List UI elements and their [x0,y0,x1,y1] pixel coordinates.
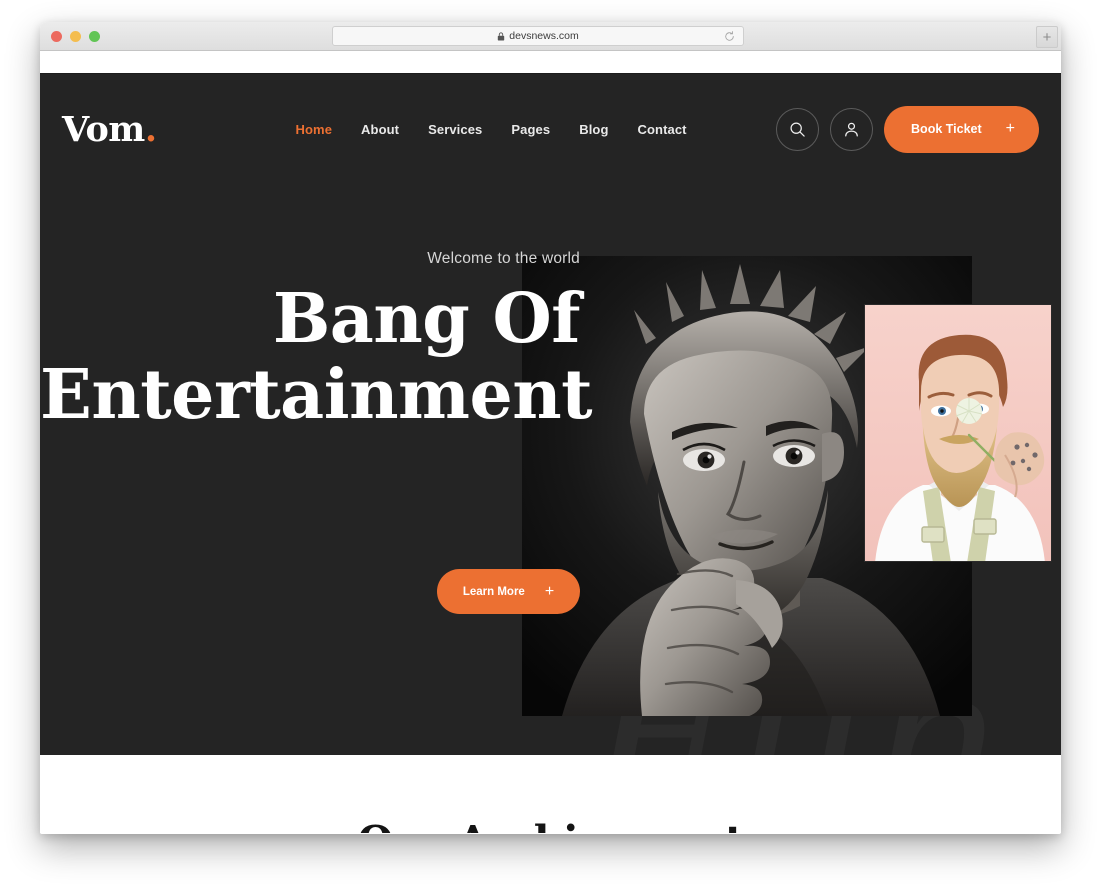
nav-item-services[interactable]: Services [428,122,482,137]
hero-copy: Welcome to the world Bang Of Entertainme… [40,250,600,433]
plus-icon: + [544,582,555,600]
nav-item-contact[interactable]: Contact [638,122,687,137]
achievement-section: Our Archivement [40,755,1061,833]
search-button[interactable] [776,107,820,151]
learn-more-label: Learn More [462,585,525,598]
browser-titlebar: devsnews.com + [40,22,1061,51]
account-button[interactable] [830,107,874,151]
reload-icon[interactable] [724,31,735,42]
close-window-button[interactable] [51,31,62,42]
site-logo-text: Vom [62,108,145,150]
browser-tabstrip [40,51,1061,74]
header-actions: Book Ticket + [776,105,1039,153]
page-viewport: Fun Vom. Home About Services Pages Blog … [40,74,1061,833]
window-traffic-lights[interactable] [51,31,100,42]
new-tab-button[interactable]: + [1036,26,1058,48]
plus-icon: + [1005,120,1015,137]
nav-item-pages[interactable]: Pages [511,122,550,137]
maximize-window-button[interactable] [89,31,100,42]
learn-more-button[interactable]: Learn More + [437,569,580,614]
book-ticket-label: Book Ticket [911,122,982,136]
book-ticket-button[interactable]: Book Ticket + [884,105,1039,153]
hero-eyebrow: Welcome to the world [427,250,580,267]
hero-overlay-image [864,304,1052,562]
site-logo[interactable]: Vom. [62,112,157,147]
portrait-pink-illustration [865,305,1051,561]
user-icon [845,122,858,137]
nav-item-blog[interactable]: Blog [579,122,608,137]
address-bar[interactable]: devsnews.com [332,26,744,46]
browser-window: devsnews.com + Fun Vom. Home About Servi… [40,22,1061,834]
hero-title-line-1: Bang Of [272,279,581,359]
address-bar-url: devsnews.com [509,30,579,42]
hero-title-line-2: Entertainment [40,355,593,436]
hero-section: Fun Vom. Home About Services Pages Blog … [40,74,1061,755]
achievement-section-title: Our Archivement [40,817,1061,833]
site-header: Vom. Home About Services Pages Blog Cont… [40,74,1061,184]
minimize-window-button[interactable] [70,31,81,42]
main-navigation: Home About Services Pages Blog Contact [296,122,687,137]
nav-item-about[interactable]: About [361,122,399,137]
lock-icon [498,31,505,40]
nav-item-home[interactable]: Home [296,122,333,137]
search-icon [790,121,805,137]
site-logo-dot: . [144,108,157,150]
